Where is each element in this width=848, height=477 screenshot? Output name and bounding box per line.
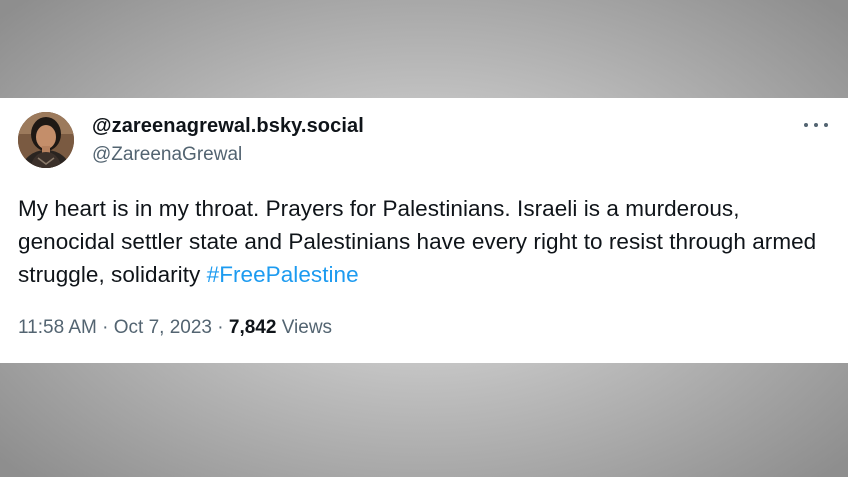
display-name[interactable]: @zareenagrewal.bsky.social: [92, 115, 364, 138]
tweet-card: @zareenagrewal.bsky.social @ZareenaGrewa…: [0, 98, 848, 363]
avatar-image: [18, 112, 74, 168]
views-count: 7,842: [228, 317, 277, 338]
tweet-date[interactable]: Oct 7, 2023: [114, 317, 212, 338]
tweet-time[interactable]: 11:58 AM: [18, 317, 97, 338]
meta-separator: ·: [212, 317, 229, 338]
tweet-body: My heart is in my throat. Prayers for Pa…: [18, 196, 817, 287]
tweet-metadata: 11:58 AM · Oct 7, 2023 · 7,842 Views: [18, 317, 332, 339]
more-horizontal-icon[interactable]: [802, 118, 830, 132]
meta-separator: ·: [96, 317, 114, 338]
user-handle[interactable]: @ZareenaGrewal: [92, 144, 242, 166]
avatar[interactable]: [18, 112, 74, 168]
views-label: Views: [276, 317, 333, 338]
hashtag-link[interactable]: #FreePalestine: [207, 262, 359, 287]
tweet-text: My heart is in my throat. Prayers for Pa…: [18, 192, 834, 291]
